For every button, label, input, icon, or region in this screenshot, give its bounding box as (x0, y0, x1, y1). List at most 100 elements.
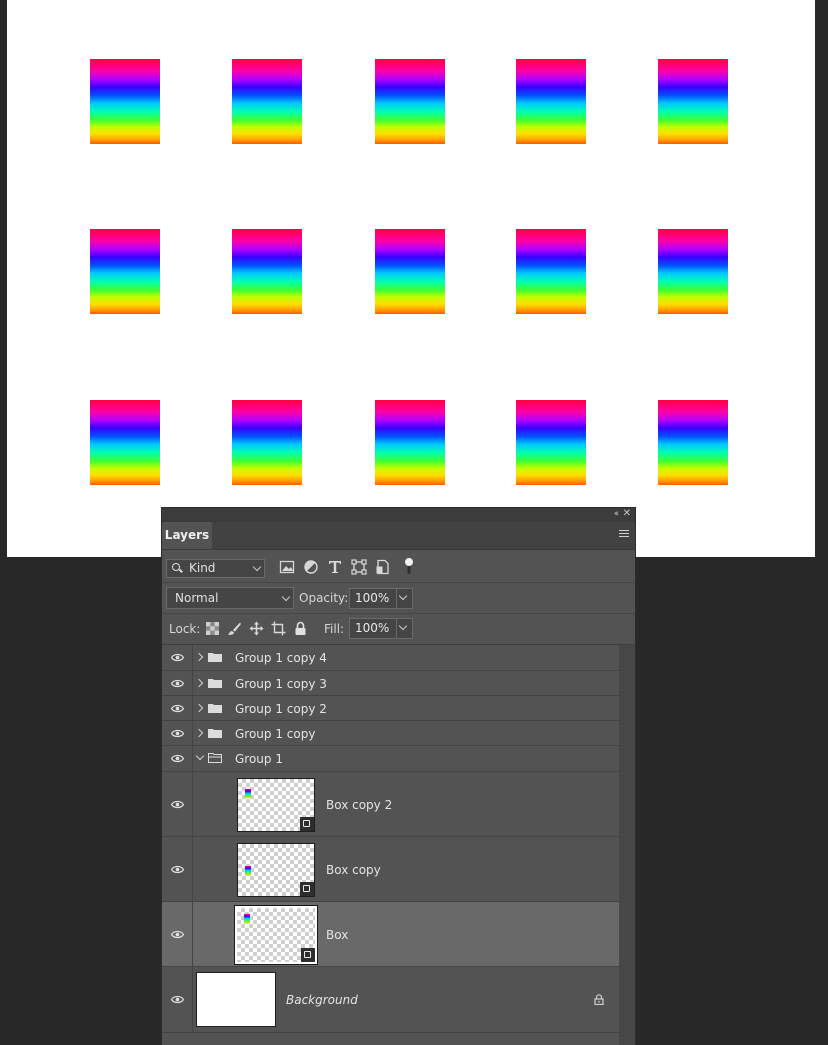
filter-row: Kind (162, 550, 635, 583)
folder-icon (208, 679, 222, 688)
layer-row-background[interactable]: Background (162, 967, 619, 1033)
eye-icon[interactable] (171, 754, 184, 763)
image-filter-icon[interactable] (279, 559, 295, 575)
chevron-right-icon[interactable] (194, 678, 204, 688)
eye-icon[interactable] (171, 653, 184, 662)
rainbow-box-preview (245, 789, 251, 798)
lock-transparent-pixels-icon[interactable] (205, 621, 220, 636)
panel-tab-strip: Layers (162, 522, 635, 550)
layer-thumbnail[interactable] (235, 906, 317, 964)
rainbow-box (516, 400, 586, 485)
rainbow-box-preview (244, 914, 250, 923)
kind-filter-label: Kind (189, 561, 216, 575)
lock-image-pixels-icon[interactable] (227, 621, 242, 636)
folder-icon (208, 729, 222, 738)
lock-row: Lock: Fill: 100% (162, 614, 635, 645)
blend-row: Normal Opacity: 100% (162, 583, 635, 614)
layer-thumbnail[interactable] (237, 843, 315, 897)
smart-object-icon (300, 817, 314, 831)
document-canvas[interactable] (7, 0, 815, 557)
chevron-down-icon[interactable] (398, 621, 408, 631)
folder-icon (208, 704, 222, 713)
layer-thumbnail[interactable] (196, 972, 276, 1027)
rainbow-box (516, 229, 586, 314)
fill-label: Fill: (324, 622, 345, 636)
eye-icon[interactable] (171, 930, 184, 939)
close-icon[interactable]: ✕ (623, 508, 631, 519)
chevron-right-icon[interactable] (194, 652, 204, 662)
opacity-label: Opacity: (299, 591, 349, 605)
chevron-right-icon[interactable] (194, 728, 204, 738)
eye-icon[interactable] (171, 704, 184, 713)
eye-icon[interactable] (171, 995, 184, 1004)
layer-row-group-1-copy-4[interactable]: Group 1 copy 4 (162, 645, 619, 671)
tab-layers[interactable]: Layers (162, 522, 212, 549)
layer-thumbnail[interactable] (237, 778, 315, 832)
blend-mode-value: Normal (175, 591, 219, 605)
panel-title-bar[interactable]: ‹‹ ✕ (162, 508, 635, 522)
blend-mode-select[interactable]: Normal (166, 587, 294, 609)
layer-row-group-1-copy[interactable]: Group 1 copy (162, 721, 619, 746)
double-chevron-left-icon[interactable]: ‹‹ (614, 509, 619, 519)
layer-name: Box (326, 928, 349, 942)
layer-name: Box copy 2 (326, 798, 393, 812)
layer-name: Box copy (326, 863, 381, 877)
layer-name: Group 1 copy 2 (235, 702, 327, 716)
smart-object-filter-icon[interactable] (375, 559, 391, 575)
lock-all-icon[interactable] (293, 621, 308, 636)
layer-name: Group 1 (235, 752, 283, 766)
layer-row-group-1-copy-2[interactable]: Group 1 copy 2 (162, 696, 619, 721)
chevron-down-icon (252, 562, 262, 572)
layer-row-box[interactable]: Box (162, 902, 619, 967)
layer-row-box-copy-2[interactable]: Box copy 2 (162, 772, 619, 837)
rainbow-box (375, 400, 445, 485)
panel-menu-icon[interactable] (619, 530, 629, 539)
layer-name: Group 1 copy (235, 727, 316, 741)
rainbow-box (658, 59, 728, 144)
chevron-down-icon[interactable] (398, 591, 408, 601)
shape-filter-icon[interactable] (351, 559, 367, 575)
rainbow-box (90, 400, 160, 485)
lock-position-icon[interactable] (249, 621, 264, 636)
rainbow-box (658, 229, 728, 314)
eye-icon[interactable] (171, 800, 184, 809)
folder-icon (208, 653, 222, 662)
padlock-icon (594, 994, 604, 1005)
layers-panel: ‹‹ ✕ Layers Kind Normal Opacity: 100% Lo… (161, 507, 636, 1045)
opacity-value: 100% (355, 591, 390, 605)
rainbow-box (375, 229, 445, 314)
layer-row-group-1-copy-3[interactable]: Group 1 copy 3 (162, 671, 619, 696)
eye-icon[interactable] (171, 729, 184, 738)
opacity-field[interactable]: 100% (349, 588, 413, 609)
open-folder-icon (208, 753, 222, 763)
rainbow-box (658, 400, 728, 485)
layer-row-group-1[interactable]: Group 1 (162, 746, 619, 772)
rainbow-box (232, 400, 302, 485)
kind-filter-select[interactable]: Kind (166, 559, 265, 578)
rainbow-box (516, 59, 586, 144)
rainbow-box (375, 59, 445, 144)
fill-field[interactable]: 100% (349, 618, 413, 639)
chevron-down-icon (281, 592, 291, 602)
lock-label: Lock: (169, 622, 201, 636)
type-filter-icon[interactable] (327, 559, 343, 575)
layer-name: Group 1 copy 4 (235, 651, 327, 665)
fill-value: 100% (355, 621, 390, 635)
lock-artboard-icon[interactable] (271, 621, 286, 636)
layer-list-scrollbar[interactable] (619, 645, 635, 1045)
filter-toggle-icon[interactable] (404, 557, 414, 575)
search-icon (172, 563, 180, 571)
layer-row-box-copy[interactable]: Box copy (162, 837, 619, 902)
chevron-right-icon[interactable] (194, 703, 204, 713)
rainbow-box (232, 59, 302, 144)
eye-icon[interactable] (171, 679, 184, 688)
layer-name: Group 1 copy 3 (235, 677, 327, 691)
eye-icon[interactable] (171, 865, 184, 874)
chevron-down-icon[interactable] (195, 751, 205, 761)
rainbow-box (90, 229, 160, 314)
rainbow-box-preview (245, 866, 251, 875)
rainbow-box (90, 59, 160, 144)
layer-name: Background (286, 993, 358, 1007)
rainbow-box (232, 229, 302, 314)
adjustment-filter-icon[interactable] (303, 559, 319, 575)
